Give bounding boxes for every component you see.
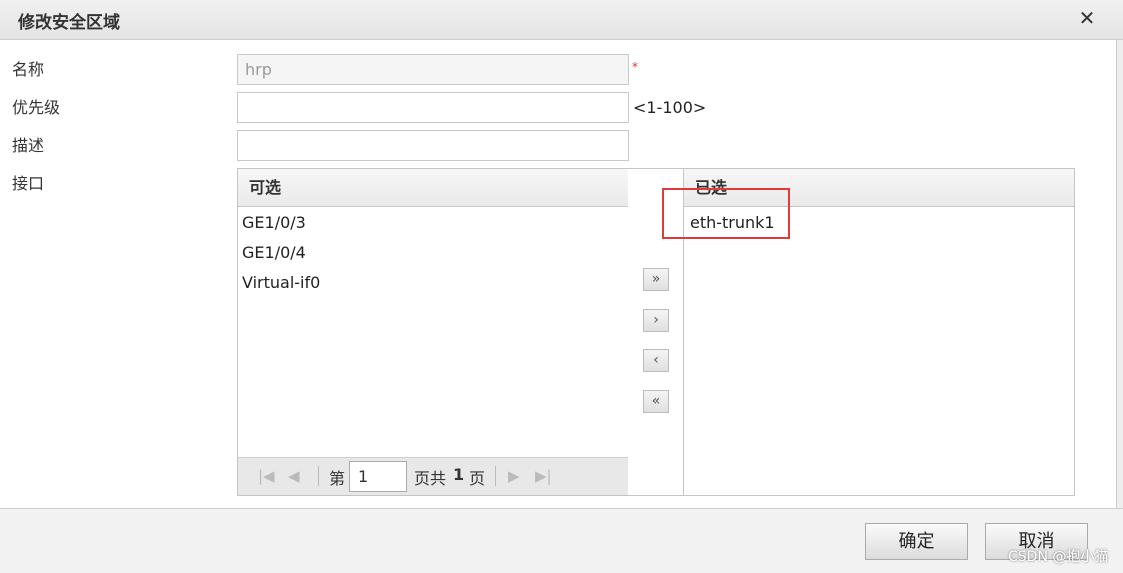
name-label: 名称 xyxy=(12,60,45,79)
name-field[interactable]: hrp xyxy=(237,54,629,85)
pager-divider xyxy=(318,466,319,486)
close-icon[interactable]: ✕ xyxy=(1076,6,1098,30)
ok-button[interactable]: 确定 xyxy=(865,523,968,560)
list-item[interactable]: Virtual-if0 xyxy=(238,268,628,298)
pager-divider xyxy=(495,466,496,486)
required-mark: * xyxy=(632,60,638,74)
list-item[interactable]: GE1/0/3 xyxy=(238,208,628,238)
page-suffix: 页 xyxy=(469,469,486,488)
priority-field[interactable] xyxy=(237,92,629,123)
dialog-titlebar: 修改安全区域 ✕ xyxy=(0,0,1123,40)
remove-button[interactable]: ‹ xyxy=(643,349,669,372)
page-number-input[interactable]: 1 xyxy=(349,461,407,492)
next-page-icon[interactable]: ▶ xyxy=(508,467,520,485)
available-list: GE1/0/3 GE1/0/4 Virtual-if0 xyxy=(238,207,628,298)
pagination-bar: |◀ ◀ 第 1 页共 1 页 ▶ ▶| xyxy=(238,457,628,495)
remove-all-button[interactable]: « xyxy=(643,390,669,413)
description-field[interactable] xyxy=(237,130,629,161)
page-middle-text: 页共 xyxy=(414,469,447,488)
dialog-title: 修改安全区域 xyxy=(18,13,120,33)
priority-label: 优先级 xyxy=(12,98,61,117)
available-header: 可选 xyxy=(238,169,628,207)
interface-label: 接口 xyxy=(12,174,45,193)
red-highlight-box xyxy=(662,188,790,239)
dialog-scroll-edge xyxy=(1116,40,1123,508)
add-button[interactable]: › xyxy=(643,309,669,332)
first-page-icon[interactable]: |◀ xyxy=(258,467,275,485)
last-page-icon[interactable]: ▶| xyxy=(535,467,552,485)
description-label: 描述 xyxy=(12,136,45,155)
dialog-footer: 确定 取消 xyxy=(0,508,1123,573)
page-prefix: 第 xyxy=(329,469,346,488)
available-interfaces-panel: 可选 GE1/0/3 GE1/0/4 Virtual-if0 |◀ ◀ 第 1 … xyxy=(237,168,629,496)
watermark: CSDN @抱小猫 xyxy=(1008,549,1109,565)
list-item[interactable]: GE1/0/4 xyxy=(238,238,628,268)
page-total: 1 xyxy=(453,465,465,484)
add-all-button[interactable]: » xyxy=(643,268,669,291)
prev-page-icon[interactable]: ◀ xyxy=(288,467,300,485)
priority-range-hint: <1-100> xyxy=(633,98,707,117)
